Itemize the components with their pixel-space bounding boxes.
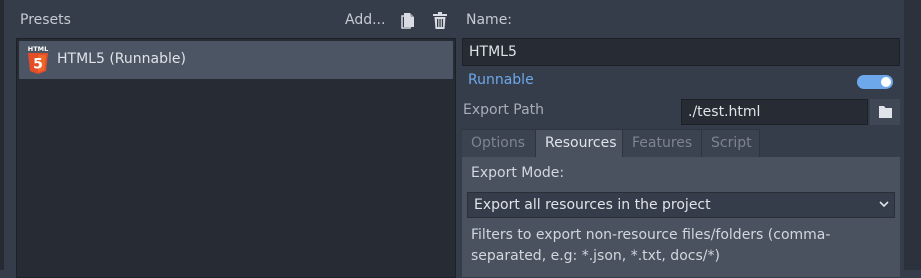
name-label: Name:	[466, 12, 513, 28]
preset-item-label: HTML5 (Runnable)	[57, 51, 186, 67]
folder-icon	[879, 106, 892, 118]
html5-icon-glyph: 5	[33, 57, 43, 73]
duplicate-icon[interactable]	[401, 12, 415, 30]
toggle-knob	[881, 77, 891, 87]
tab-features[interactable]: Features	[623, 129, 702, 158]
add-preset-button[interactable]: Add...	[345, 12, 385, 28]
html5-icon: HTML 5	[25, 44, 51, 76]
preset-item-html5[interactable]: HTML 5 HTML5 (Runnable)	[19, 41, 453, 79]
preset-name-input[interactable]: HTML5	[462, 38, 900, 66]
export-mode-label: Export Mode:	[471, 165, 565, 181]
runnable-label: Runnable	[468, 72, 534, 88]
trash-icon[interactable]	[432, 12, 448, 30]
export-path-label: Export Path	[463, 102, 545, 118]
export-dialog: Presets Add... HTML 5 HTML5 (Runnable) N…	[0, 0, 921, 278]
window-edge-left	[0, 0, 4, 270]
chevron-down-icon	[879, 201, 889, 208]
window-edge-right	[904, 0, 921, 270]
tab-script[interactable]: Script	[702, 129, 760, 158]
export-mode-value: Export all resources in the project	[474, 197, 711, 213]
tab-resources[interactable]: Resources	[536, 129, 623, 158]
browse-folder-button[interactable]	[870, 99, 900, 125]
export-mode-select[interactable]: Export all resources in the project	[467, 192, 895, 218]
presets-label: Presets	[20, 12, 71, 28]
filters-label: Filters to export non-resource files/fol…	[471, 227, 831, 264]
preset-list: HTML 5 HTML5 (Runnable)	[16, 38, 456, 278]
runnable-toggle[interactable]	[857, 75, 893, 89]
html5-icon-label: HTML	[28, 45, 48, 53]
export-path-input[interactable]: ./test.html	[681, 99, 868, 125]
tab-options[interactable]: Options	[462, 129, 536, 158]
